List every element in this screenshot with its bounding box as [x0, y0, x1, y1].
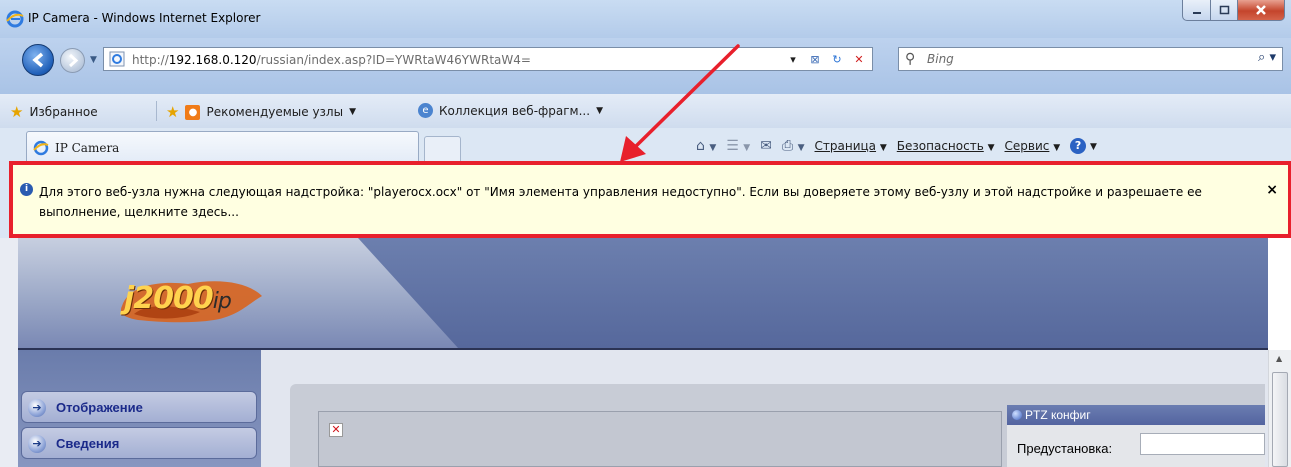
safety-menu-label: Безопасность	[896, 139, 984, 153]
page-scrollbar[interactable]: ▲	[1268, 350, 1291, 467]
recommended-label: Рекомендуемые узлы	[206, 105, 344, 119]
maximize-button[interactable]	[1211, 0, 1238, 21]
suggested-sites-icon: ●	[185, 104, 201, 120]
back-button[interactable]	[22, 44, 54, 76]
window-controls	[1182, 0, 1285, 22]
page-menu[interactable]: Страница ▼	[815, 139, 887, 153]
arrow-left-icon	[32, 52, 44, 68]
url-path: /russian/index.asp?ID=YWRtaW46YWRtaW4=	[256, 53, 531, 67]
tab-ip-camera[interactable]: IP Camera	[26, 131, 419, 161]
ie-icon	[33, 140, 49, 156]
arrow-right-circle-icon: ➔	[28, 399, 46, 417]
information-bar[interactable]: i Для этого веб-узла нужна следующая над…	[9, 161, 1291, 238]
url-host: 192.168.0.120	[168, 53, 257, 67]
bullet-icon	[1012, 410, 1022, 420]
information-bar-content: i Для этого веб-узла нужна следующая над…	[13, 171, 1288, 230]
preset-label: Предустановка:	[1017, 441, 1113, 456]
ptz-config-header: PTZ конфиг	[1007, 405, 1265, 425]
forward-button[interactable]	[60, 48, 85, 73]
search-provider-icon: ⚲	[905, 51, 916, 67]
arrow-right-circle-icon: ➔	[28, 435, 46, 453]
sidebar-item-info[interactable]: ➔ Сведения	[21, 427, 257, 459]
close-icon	[1256, 5, 1266, 15]
home-icon[interactable]: ⌂ ▼	[696, 138, 716, 154]
close-infobar-button[interactable]: ×	[1266, 182, 1278, 198]
navigation-bar: ▼ http://192.168.0.120/russian/index.asp…	[0, 38, 1291, 94]
chevron-down-icon: ▼	[349, 107, 356, 117]
favorites-bar: ★ Избранное ★ ● Рекомендуемые узлы ▼ e К…	[0, 94, 1291, 128]
ie-icon	[6, 10, 24, 28]
web-slice-gallery-button[interactable]: e Коллекция веб-фрагм... ▼	[418, 103, 603, 118]
tools-menu[interactable]: Сервис ▼	[1005, 139, 1061, 153]
sidebar: ➔ Отображение ➔ Сведения	[18, 350, 261, 467]
ptz-config-title: PTZ конфиг	[1025, 408, 1091, 422]
sidebar-item-display[interactable]: ➔ Отображение	[21, 391, 257, 423]
tab-label: IP Camera	[55, 141, 120, 155]
compatibility-view-icon[interactable]: ⊠	[806, 51, 824, 68]
scroll-thumb[interactable]	[1272, 372, 1288, 467]
information-bar-text[interactable]: Для этого веб-узла нужна следующая надст…	[39, 182, 1259, 222]
logo-main-text: j2000	[124, 281, 214, 316]
address-bar[interactable]: http://192.168.0.120/russian/index.asp?I…	[103, 47, 873, 71]
tab-bar: IP Camera ⌂ ▼ ☰ ▼ ✉ ⎙ ▼ Страница ▼ Безоп…	[0, 128, 1291, 161]
address-dropdown-icon[interactable]: ▾	[784, 51, 802, 68]
history-dropdown-icon[interactable]: ▼	[90, 55, 97, 65]
scroll-up-icon[interactable]: ▲	[1276, 354, 1282, 363]
video-player-area[interactable]	[318, 411, 1002, 467]
broken-image-icon: ✕	[329, 423, 343, 437]
window-title: IP Camera - Windows Internet Explorer	[28, 11, 261, 25]
sidebar-item-label: Сведения	[56, 436, 120, 451]
mail-icon[interactable]: ✉	[760, 138, 772, 154]
command-bar: ⌂ ▼ ☰ ▼ ✉ ⎙ ▼ Страница ▼ Безопасность ▼ …	[696, 138, 1097, 154]
search-icon[interactable]: ⌕ ▾	[1258, 50, 1276, 65]
page-menu-label: Страница	[814, 139, 877, 153]
chevron-down-icon: ▼	[596, 105, 603, 116]
minimize-button[interactable]	[1182, 0, 1211, 21]
page-left-margin	[0, 238, 18, 467]
favorites-label: Избранное	[29, 105, 98, 119]
add-favorites-icon[interactable]: ★	[166, 103, 179, 121]
search-box[interactable]: ⚲ Bing ⌕ ▾	[898, 47, 1283, 71]
favorites-separator	[156, 101, 157, 121]
print-icon[interactable]: ⎙ ▼	[782, 138, 805, 154]
feeds-icon[interactable]: ☰ ▼	[726, 138, 750, 154]
minimize-icon	[1192, 12, 1201, 14]
preset-input[interactable]	[1140, 433, 1265, 455]
refresh-icon[interactable]: ↻	[828, 51, 846, 68]
search-placeholder: Bing	[927, 52, 954, 66]
help-button[interactable]: ? ▼	[1070, 138, 1097, 154]
address-tools: ▾ ⊠ ↻ ✕	[784, 51, 868, 68]
logo-text: j2000ip	[124, 281, 232, 316]
address-url[interactable]: http://192.168.0.120/russian/index.asp?I…	[132, 53, 531, 67]
ie-icon: e	[418, 103, 433, 118]
logo-suffix-text: ip	[212, 289, 232, 314]
arrow-right-icon	[68, 53, 79, 68]
url-prefix: http://	[132, 53, 169, 67]
help-icon: ?	[1070, 138, 1087, 154]
ie-page-icon	[109, 51, 125, 67]
shield-info-icon: i	[20, 183, 33, 196]
favorites-button[interactable]: ★ Избранное	[10, 103, 98, 121]
title-bar: IP Camera - Windows Internet Explorer	[0, 0, 1291, 38]
tools-menu-label: Сервис	[1004, 139, 1050, 153]
restore-icon	[1219, 5, 1229, 15]
sidebar-item-label: Отображение	[56, 400, 143, 415]
safety-menu[interactable]: Безопасность ▼	[897, 139, 995, 153]
stop-icon[interactable]: ✕	[850, 51, 868, 68]
recommended-sites-button[interactable]: ★ ● Рекомендуемые узлы ▼	[166, 103, 356, 121]
close-window-button[interactable]	[1238, 0, 1285, 21]
star-icon: ★	[10, 103, 24, 121]
new-tab-button[interactable]	[424, 136, 461, 161]
webslice-label: Коллекция веб-фрагм...	[439, 103, 591, 118]
